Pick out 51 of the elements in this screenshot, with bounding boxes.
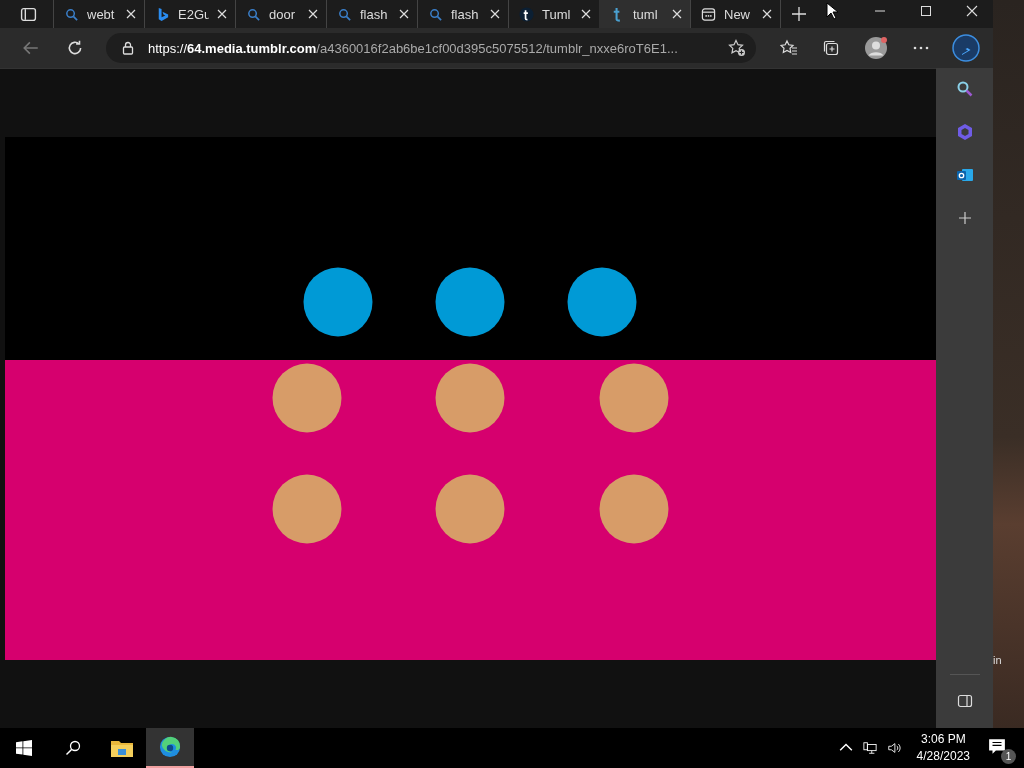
tab-actions-icon[interactable]: [20, 5, 37, 23]
notification-count: 1: [1001, 749, 1016, 764]
tab-title: door: [269, 6, 297, 22]
close-tab-icon[interactable]: [308, 9, 318, 19]
refresh-icon[interactable]: [66, 39, 84, 57]
mouse-cursor-icon: [826, 2, 838, 20]
network-icon[interactable]: [862, 741, 877, 755]
back-icon[interactable]: [22, 39, 40, 57]
lock-icon: [120, 40, 136, 56]
bing-icon[interactable]: [952, 34, 980, 62]
speaker-icon[interactable]: [886, 741, 901, 755]
maximize-icon[interactable]: [920, 5, 932, 17]
sidebar-toggle-icon[interactable]: [955, 692, 974, 710]
close-tab-icon[interactable]: [762, 9, 772, 19]
close-tab-icon[interactable]: [672, 9, 682, 19]
edge-browser-icon[interactable]: [158, 736, 182, 758]
desktop-icon-label: in: [993, 654, 1002, 666]
windows-start-icon[interactable]: [16, 740, 32, 756]
tab-title: Tuml: [542, 6, 572, 22]
clock-time: 3:06 PM: [920, 731, 966, 748]
outlook-icon[interactable]: [955, 166, 974, 184]
tab-title: webt: [87, 6, 116, 22]
close-tab-icon[interactable]: [399, 9, 409, 19]
search-icon[interactable]: [955, 80, 974, 98]
favorites-icon[interactable]: [780, 39, 798, 57]
search-icon[interactable]: [65, 740, 81, 756]
new-tab-page-icon: [701, 6, 716, 22]
collections-icon[interactable]: [822, 39, 840, 57]
tab-title: New: [724, 6, 751, 22]
close-tab-icon[interactable]: [126, 9, 136, 19]
search-icon: [337, 6, 352, 22]
address-bar[interactable]: https://64.media.tumblr.com/a4360016f2ab6be1cf00d395c5075512/tumblr_nxxe6roT6E1...: [106, 33, 756, 63]
close-icon[interactable]: [966, 5, 978, 17]
notification-icon[interactable]: [988, 738, 1006, 756]
browser-tab[interactable]: tuml: [599, 0, 690, 28]
add-favorite-icon[interactable]: [728, 39, 746, 57]
tab-title: flash: [451, 6, 480, 22]
close-tab-icon[interactable]: [581, 9, 591, 19]
close-tab-icon[interactable]: [490, 9, 500, 19]
tab-title: tuml: [633, 6, 659, 22]
tab-title: flash: [360, 6, 389, 22]
new-tab-icon[interactable]: [791, 6, 807, 22]
search-icon: [428, 6, 443, 22]
clock[interactable]: 3:06 PM 4/28/2023: [916, 731, 970, 765]
close-tab-icon[interactable]: [217, 9, 227, 19]
search-icon: [64, 6, 79, 22]
clock-date: 4/28/2023: [916, 748, 970, 765]
search-icon: [246, 6, 261, 22]
taskbar-app-button[interactable]: [146, 728, 194, 768]
tumblr-letter-icon: [519, 6, 534, 22]
profile-avatar-icon[interactable]: [864, 36, 888, 60]
